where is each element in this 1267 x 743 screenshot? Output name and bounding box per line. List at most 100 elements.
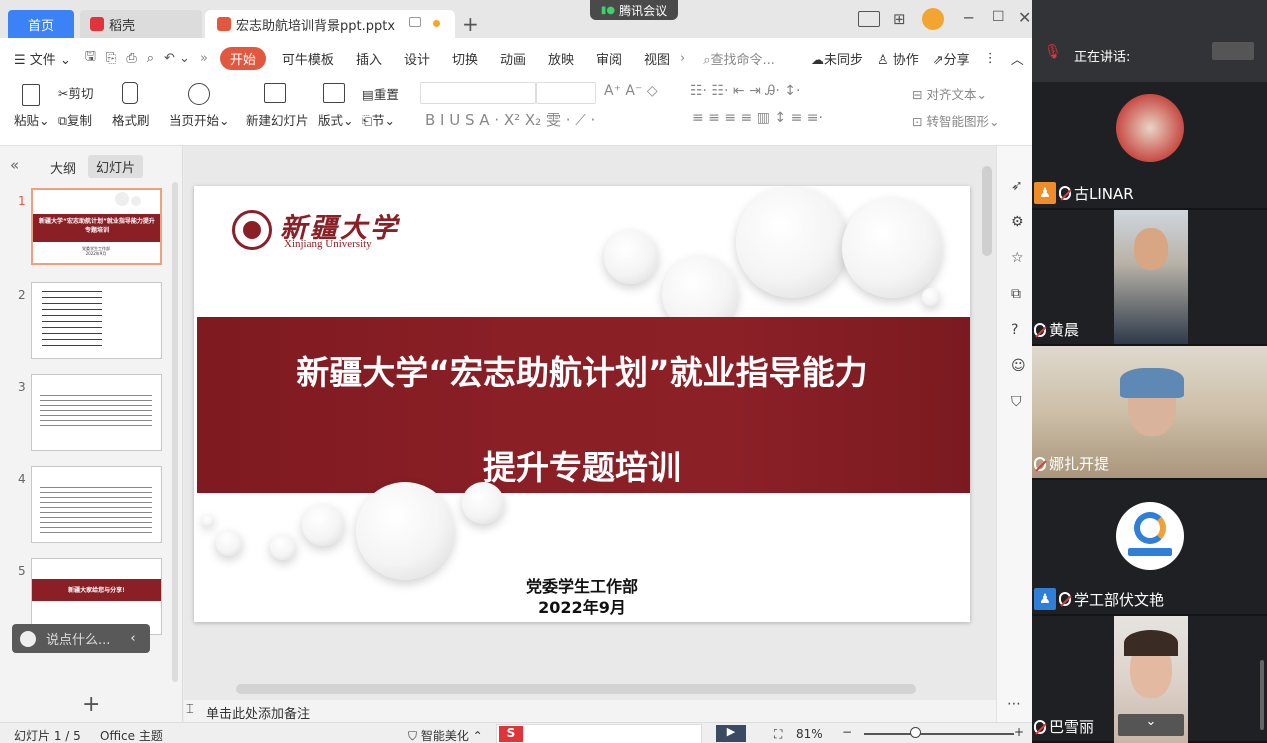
tab-home[interactable]: 首页 bbox=[8, 10, 74, 38]
menu-design[interactable]: 设计 bbox=[404, 49, 430, 68]
sync-status[interactable]: ☁未同步 bbox=[811, 49, 863, 68]
close-icon[interactable]: ✕ bbox=[1018, 8, 1031, 27]
collapse-list-icon[interactable]: ⌄ bbox=[1118, 714, 1184, 736]
file-menu[interactable]: ☰ 文件 ⌄ bbox=[14, 49, 71, 68]
new-tab-icon[interactable]: + bbox=[462, 12, 479, 36]
meeting-status-pill[interactable]: ▮● 腾讯会议 bbox=[590, 0, 678, 20]
slide-title-line-2[interactable]: 提升专题培训 bbox=[194, 441, 970, 489]
fit-window-icon[interactable]: ⛶ bbox=[774, 727, 782, 742]
list-icons[interactable]: ☷· ☷· ⇤ ⇥ Ꭿ· ↕· bbox=[690, 83, 800, 99]
tab-document[interactable]: 宏志助航培训背景ppt.pptx bbox=[205, 10, 455, 38]
reset-button[interactable]: ▤重置 bbox=[362, 84, 399, 103]
slide-footer[interactable]: 党委学生工作部 2022年9月 bbox=[494, 576, 670, 618]
section-button[interactable]: ⎗节⌄ bbox=[362, 110, 395, 129]
layout-button[interactable]: 版式⌄ bbox=[318, 110, 354, 129]
more-tools-icon[interactable]: ⋯ bbox=[1007, 696, 1021, 712]
undo-icon[interactable]: ↶ ⌄ bbox=[164, 51, 190, 66]
tab-daoke[interactable]: 稻壳 bbox=[80, 10, 202, 38]
layout-icon[interactable] bbox=[858, 11, 880, 27]
slide-title-line-1[interactable]: 新疆大学“宏志助航计划”就业指导能力 bbox=[194, 346, 970, 394]
font-style-icons[interactable]: B I U S A · X² X₂ 雯 · ⟋ · bbox=[425, 109, 595, 130]
zoom-in-icon[interactable]: + bbox=[1014, 725, 1024, 739]
slideshow-play-button[interactable]: ▶ bbox=[716, 725, 746, 742]
share-button[interactable]: ⇗分享 bbox=[933, 49, 970, 68]
slide-thumb-4[interactable] bbox=[31, 466, 162, 543]
apps-grid-icon[interactable]: ⊞ bbox=[893, 10, 906, 28]
participant-scrollbar[interactable] bbox=[1260, 660, 1264, 730]
theme-name[interactable]: Office 主题 bbox=[100, 727, 163, 743]
participant-tile[interactable]: ⌄ 巴雪丽 bbox=[1032, 616, 1267, 743]
print-icon[interactable]: ⎙ bbox=[126, 51, 136, 66]
command-search[interactable]: ⌕查找命令... bbox=[703, 49, 775, 68]
menu-slideshow[interactable]: 放映 bbox=[548, 49, 574, 68]
participant-tile[interactable]: 娜扎开提 bbox=[1032, 346, 1267, 480]
play-current-button[interactable]: 当页开始⌄ bbox=[169, 110, 230, 129]
horizontal-scrollbar[interactable] bbox=[236, 684, 916, 694]
settings-slider-icon[interactable]: ⚙ bbox=[1011, 214, 1024, 230]
collapse-ribbon-icon[interactable]: ︿ bbox=[1011, 49, 1024, 68]
tab-slides[interactable]: 幻灯片 bbox=[88, 155, 144, 178]
align-text-button[interactable]: ⊟ 对齐文本⌄ bbox=[912, 84, 987, 103]
robot-icon[interactable]: ☺ bbox=[1011, 358, 1026, 374]
help-icon[interactable]: ? bbox=[1011, 322, 1018, 338]
paste-icon[interactable] bbox=[22, 84, 40, 106]
more-options-icon[interactable]: ⋮ bbox=[984, 51, 997, 66]
menu-transition[interactable]: 切换 bbox=[452, 49, 478, 68]
paste-button[interactable]: 粘贴⌄ bbox=[14, 110, 50, 129]
font-size-select[interactable] bbox=[536, 82, 596, 104]
slide-thumb-1[interactable]: 新疆大学“宏志助航计划”就业指导能力提升专题培训 党委学生工作部 2022年9月 bbox=[31, 188, 162, 265]
minimize-icon[interactable]: ─ bbox=[964, 9, 973, 27]
menu-view[interactable]: 视图 bbox=[644, 49, 670, 68]
maximize-icon[interactable]: ☐ bbox=[992, 9, 1005, 25]
paragraph-align-icons[interactable]: ≡ ≡ ≡ ≡ ▥ ↕ ≡ ≡· bbox=[692, 110, 823, 126]
beautify-button[interactable]: ⛉ 智能美化 ⌃ bbox=[408, 727, 483, 743]
smart-art-button[interactable]: ⊡ 转智能图形⌄ bbox=[912, 111, 999, 130]
menu-scroll-icon[interactable]: › bbox=[680, 51, 685, 66]
collapse-comment-icon[interactable]: ‹ bbox=[130, 631, 135, 646]
menu-insert[interactable]: 插入 bbox=[356, 49, 382, 68]
zoom-out-icon[interactable]: − bbox=[842, 725, 852, 739]
tab-outline[interactable]: 大纲 bbox=[50, 158, 76, 177]
vertical-scrollbar[interactable] bbox=[982, 166, 992, 256]
play-icon[interactable] bbox=[188, 83, 210, 105]
emoji-icon[interactable] bbox=[20, 630, 36, 647]
slide-thumb-3[interactable] bbox=[31, 374, 162, 451]
menu-templates[interactable]: 可牛模板 bbox=[282, 49, 334, 68]
menu-review[interactable]: 审阅 bbox=[596, 49, 622, 68]
star-icon[interactable]: ☆ bbox=[1011, 250, 1024, 266]
window-icon[interactable] bbox=[409, 17, 421, 27]
cut-button[interactable]: ✂剪切 bbox=[58, 83, 94, 102]
thumb-scrollbar[interactable] bbox=[172, 182, 178, 682]
zoom-thumb[interactable] bbox=[910, 727, 921, 738]
save-icon[interactable]: 🖫 bbox=[85, 47, 96, 69]
user-avatar[interactable] bbox=[922, 8, 944, 30]
more-icon[interactable]: » bbox=[200, 51, 208, 66]
slide-thumb-2[interactable] bbox=[31, 282, 162, 359]
font-name-select[interactable] bbox=[420, 82, 536, 104]
menu-animation[interactable]: 动画 bbox=[500, 49, 526, 68]
new-slide-button[interactable]: 新建幻灯片 bbox=[246, 110, 309, 129]
zoom-slider[interactable] bbox=[864, 733, 1014, 735]
menu-start[interactable]: 开始 bbox=[219, 46, 266, 70]
preview-icon[interactable]: ⌕ bbox=[147, 51, 154, 66]
zoom-level[interactable]: 81% bbox=[796, 727, 823, 741]
copy-frame-icon[interactable]: ⧉ bbox=[1011, 286, 1021, 302]
participant-tile[interactable]: ♟ 古LINAR bbox=[1032, 82, 1267, 210]
format-painter-button[interactable]: 格式刷 bbox=[112, 110, 150, 129]
notes-bar[interactable]: ⌶ 单击此处添加备注 bbox=[184, 700, 996, 722]
new-slide-icon[interactable] bbox=[264, 83, 286, 103]
collab-button[interactable]: ♙ 协作 bbox=[877, 49, 919, 68]
export-icon[interactable]: ⎘ bbox=[106, 51, 116, 66]
shield-icon[interactable]: ⛉ bbox=[1011, 394, 1022, 410]
layout-icon-ribbon[interactable] bbox=[323, 83, 345, 103]
input-method-toolbar[interactable]: S bbox=[496, 724, 702, 743]
add-slide-icon[interactable]: + bbox=[82, 692, 100, 717]
format-painter-icon[interactable] bbox=[122, 82, 138, 104]
rocket-icon[interactable]: ➶ bbox=[1011, 178, 1023, 194]
comment-input[interactable]: 说点什么... ‹ bbox=[12, 624, 150, 653]
copy-button[interactable]: ⧉复制 bbox=[58, 110, 92, 129]
participant-tile[interactable]: 黄晨 bbox=[1032, 210, 1267, 346]
font-grow-shrink-icon[interactable]: A⁺ A⁻ ◇ bbox=[604, 83, 658, 99]
participant-tile[interactable]: ♟ 学工部伏文艳 bbox=[1032, 480, 1267, 616]
collapse-panel-icon[interactable]: « bbox=[10, 156, 19, 174]
